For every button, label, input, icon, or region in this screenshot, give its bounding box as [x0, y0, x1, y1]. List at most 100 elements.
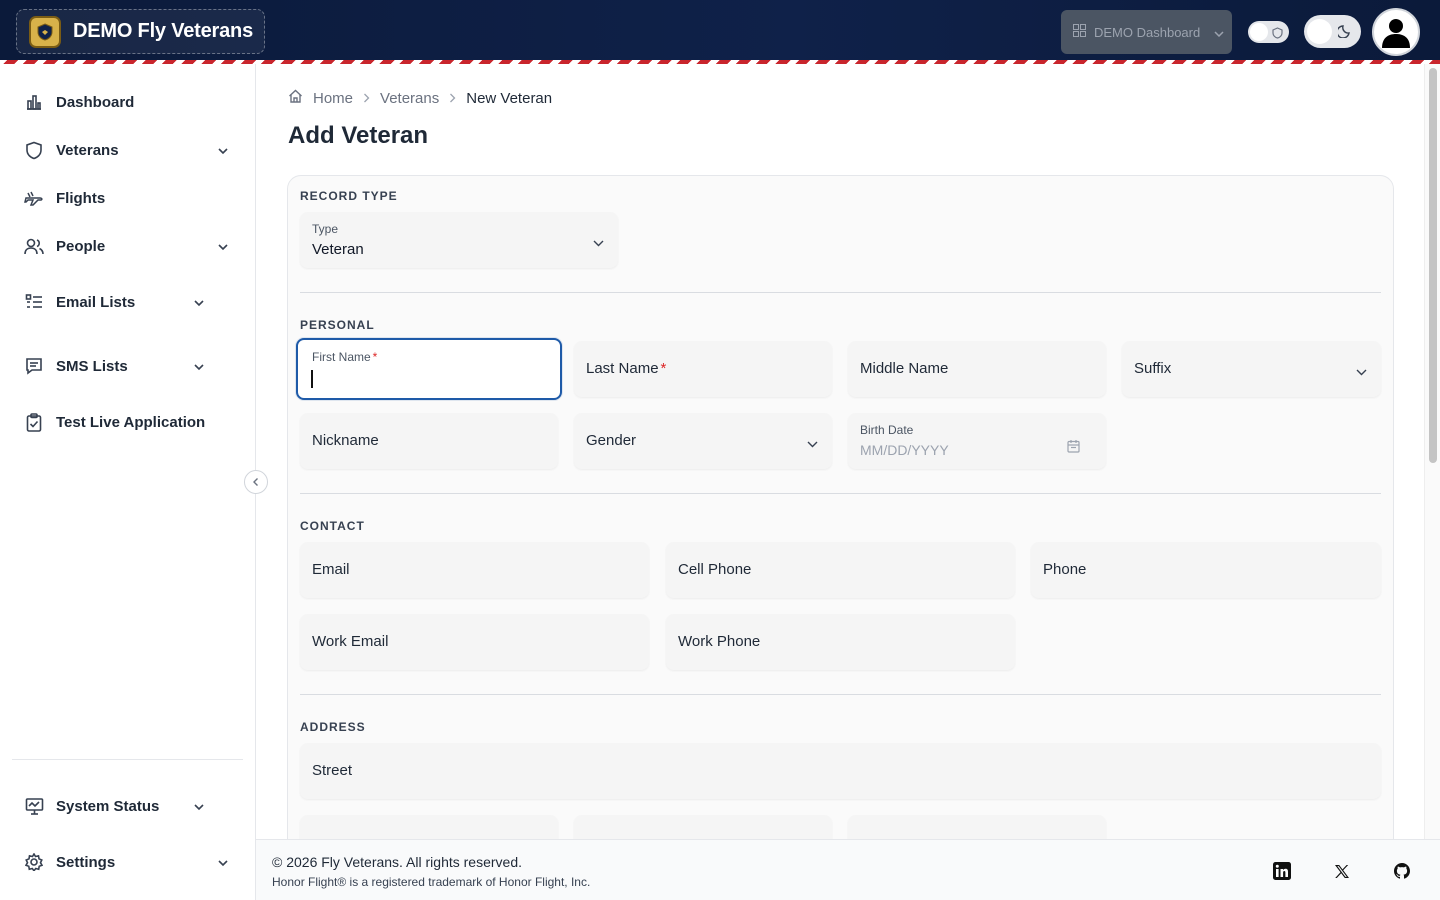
chevron-down-icon	[807, 435, 818, 453]
top-bar: DEMO Fly Veterans DEMO Dashboard	[0, 0, 1440, 60]
sidebar-item-label: People	[56, 237, 106, 255]
dashboard-select[interactable]: DEMO Dashboard	[1061, 10, 1232, 54]
list-icon	[24, 292, 44, 312]
shield-logo-icon	[29, 15, 61, 48]
sidebar-item-label: System Status	[56, 797, 160, 815]
section-divider	[300, 694, 1381, 695]
first-name-field[interactable]: First Name *	[296, 338, 562, 400]
message-icon	[24, 356, 44, 376]
address-field-row[interactable]	[848, 815, 1106, 839]
birth-date-field[interactable]: Birth Date MM/DD/YYYY	[848, 413, 1106, 469]
sidebar-item-label: Veterans	[56, 141, 119, 159]
sidebar-item-system-status[interactable]: System Status	[24, 794, 159, 818]
sidebar-item-test-live-application[interactable]: Test Live Application	[24, 410, 205, 434]
user-icon	[1382, 19, 1410, 48]
cell-phone-field[interactable]: Cell Phone	[666, 542, 1015, 598]
shield-icon	[24, 140, 44, 160]
sidebar-item-dashboard[interactable]: Dashboard	[24, 90, 134, 114]
home-icon[interactable]	[288, 89, 303, 107]
dark-mode-toggle[interactable]	[1304, 15, 1361, 48]
middle-name-field[interactable]: Middle Name	[848, 341, 1106, 397]
email-label: Email	[312, 561, 350, 578]
chevron-down-icon	[1356, 363, 1367, 381]
section-divider	[300, 493, 1381, 494]
work-phone-field[interactable]: Work Phone	[666, 614, 1015, 670]
suffix-select[interactable]: Suffix	[1122, 341, 1381, 397]
chevron-down-icon[interactable]	[192, 360, 206, 374]
grid-icon	[1073, 24, 1086, 40]
sidebar-item-settings[interactable]: Settings	[24, 850, 115, 874]
sidebar-item-people[interactable]: People	[24, 234, 105, 258]
gender-label: Gender	[586, 432, 637, 449]
chevron-down-icon	[593, 234, 604, 252]
chevron-down-icon[interactable]	[192, 800, 206, 814]
cell-phone-label: Cell Phone	[678, 561, 752, 578]
linkedin-icon[interactable]	[1272, 861, 1292, 881]
breadcrumb: Home Veterans New Veteran	[288, 89, 552, 107]
suffix-label: Suffix	[1134, 360, 1172, 377]
calendar-icon[interactable]	[1067, 439, 1080, 458]
chevron-left-icon	[253, 478, 258, 486]
bar-chart-icon	[24, 92, 44, 112]
nickname-label: Nickname	[312, 432, 379, 449]
sidebar-item-veterans[interactable]: Veterans	[24, 138, 119, 162]
gender-select[interactable]: Gender	[574, 413, 832, 469]
type-select[interactable]: Type Veteran	[300, 212, 618, 268]
toggle-knob	[1307, 19, 1332, 44]
user-avatar-button[interactable]	[1372, 8, 1420, 56]
work-email-field[interactable]: Work Email	[300, 614, 649, 670]
sidebar-item-label: Test Live Application	[56, 413, 206, 431]
footer-trademark: Honor Flight® is a registered trademark …	[272, 875, 591, 889]
nickname-field[interactable]: Nickname	[300, 413, 558, 469]
footer: © 2026 Fly Veterans. All rights reserved…	[256, 839, 1440, 900]
shield-outline-icon	[1272, 26, 1283, 44]
breadcrumb-veterans-link[interactable]: Veterans	[380, 90, 439, 107]
breadcrumb-home-link[interactable]: Home	[313, 90, 353, 107]
breadcrumb-current: New Veteran	[466, 89, 553, 107]
scrollbar-thumb[interactable]	[1429, 68, 1437, 463]
middle-name-label: Middle Name	[860, 360, 949, 377]
clipboard-check-icon	[24, 412, 44, 432]
sidebar-item-email-lists[interactable]: Email Lists	[24, 290, 135, 314]
sidebar-item-label: Email Lists	[56, 293, 136, 311]
section-title-record-type: RECORD TYPE	[300, 189, 398, 203]
work-phone-label: Work Phone	[678, 633, 761, 650]
chevron-down-icon	[1214, 25, 1224, 40]
monitor-icon	[24, 796, 44, 816]
chevron-down-icon[interactable]	[216, 144, 230, 158]
chevron-down-icon[interactable]	[192, 296, 206, 310]
brand-logo-button[interactable]: DEMO Fly Veterans	[16, 9, 265, 54]
birth-date-placeholder: MM/DD/YYYY	[860, 442, 949, 458]
moon-icon	[1336, 23, 1353, 43]
work-email-label: Work Email	[312, 633, 389, 650]
type-select-label: Type	[312, 222, 339, 236]
street-field[interactable]: Street	[300, 743, 1381, 799]
theme-toggle[interactable]	[1248, 21, 1289, 43]
email-field[interactable]: Email	[300, 542, 649, 598]
github-icon[interactable]	[1392, 861, 1412, 881]
section-title-contact: CONTACT	[300, 519, 365, 533]
last-name-field[interactable]: Last Name *	[574, 341, 832, 397]
last-name-label: Last Name *	[586, 360, 667, 377]
sidebar-item-label: SMS Lists	[56, 357, 128, 375]
chevron-right-icon	[363, 90, 370, 107]
brand-title: DEMO Fly Veterans	[73, 20, 253, 42]
main-content: Home Veterans New Veteran Add Veteran RE…	[256, 64, 1440, 839]
sidebar-item-flights[interactable]: Flights	[24, 186, 105, 210]
phone-field[interactable]: Phone	[1031, 542, 1381, 598]
x-icon[interactable]	[1332, 861, 1352, 881]
sidebar-collapse-button[interactable]	[244, 470, 268, 494]
plane-icon	[24, 188, 44, 208]
chevron-down-icon[interactable]	[216, 240, 230, 254]
sidebar: Dashboard Veterans Flights People Email …	[0, 64, 256, 900]
sidebar-item-label: Flights	[56, 189, 106, 207]
sidebar-item-label: Dashboard	[56, 93, 135, 111]
sidebar-item-sms-lists[interactable]: SMS Lists	[24, 354, 128, 378]
sidebar-divider	[12, 759, 243, 760]
address-field-row[interactable]	[574, 815, 832, 839]
chevron-down-icon[interactable]	[216, 856, 230, 870]
first-name-label: First Name *	[312, 350, 378, 364]
address-field-row[interactable]	[300, 815, 558, 839]
gear-icon	[24, 852, 44, 872]
chevron-right-icon	[449, 90, 456, 107]
